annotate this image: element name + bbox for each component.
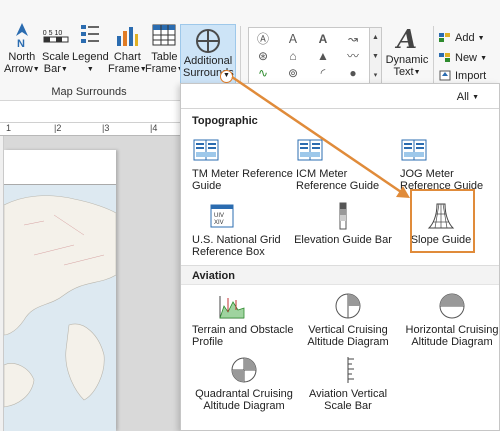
item-label: ICM Meter Reference Guide [296, 168, 380, 192]
import-icon [438, 69, 452, 81]
svg-text:XIV: XIV [214, 220, 224, 226]
picture-icon[interactable]: ▲ [315, 48, 331, 64]
chart-frame-label-1: Chart [113, 51, 141, 63]
ruler-number: 1 [6, 123, 12, 133]
text-gallery[interactable]: Ⓐ Ａ A ↝ ⊛ ⌂ ▲ 〰 ∿ ⊚ ◜ ● [248, 27, 370, 85]
dynamic-text-label-1: Dynamic [385, 54, 429, 66]
jog-meter-reference-guide-item[interactable]: JOG Meter Reference Guide [400, 136, 500, 192]
elevation-guide-bar-item[interactable]: Elevation Guide Bar [291, 202, 395, 246]
gallery-filter-dropdown[interactable]: All ▼ [457, 91, 479, 103]
additional-surrounds-gallery: All ▼ Topographic TM Meter Reference Gui… [180, 83, 500, 431]
circle-text-icon[interactable]: ⊛ [255, 48, 271, 64]
dynamic-text-icon: A [396, 25, 418, 55]
line-icon[interactable]: ∿ [255, 65, 271, 81]
table-frame-label-1: Table [151, 51, 178, 63]
north-arrow-label-1: North [8, 51, 36, 63]
aviation-heading: Aviation [192, 270, 235, 282]
slope-guide-highlight [410, 189, 475, 253]
text-box-icon[interactable]: Ⓐ [255, 31, 271, 47]
gallery-divider [181, 108, 499, 109]
chart-frame-icon [114, 22, 140, 48]
map-frame[interactable] [4, 184, 116, 431]
text-icon[interactable]: A [315, 31, 331, 47]
ruler-number: |4 [150, 123, 158, 133]
item-label: Vertical Cruising Altitude Diagram [307, 324, 389, 348]
text-frame-icon[interactable]: Ａ [285, 31, 301, 47]
world-map-image [4, 195, 116, 408]
scale-bar-icon: 0 5 10 [43, 22, 69, 48]
legend-label: Legend [72, 51, 109, 63]
item-label: Terrain and Obstacle Profile [192, 324, 294, 348]
scale-bar-label-1: Scale [42, 51, 70, 63]
table-frame-label-2: Frame [145, 63, 177, 75]
horizontal-ruler: 1 |2 |3 |4 [0, 122, 180, 136]
ruler-number: |3 [102, 123, 110, 133]
chart-frame-label-2: Frame [108, 63, 140, 75]
reference-guide-icon [192, 136, 220, 164]
add-label: Add [455, 32, 475, 44]
legend-icon [77, 22, 103, 48]
new-label: New [455, 52, 478, 64]
elevation-bar-icon [329, 202, 357, 230]
add-icon [438, 31, 452, 43]
altitude-diagram-icon [230, 356, 258, 384]
import-label: Import [455, 70, 487, 82]
usng-reference-box-item[interactable]: UIV XIV U.S. National Grid Reference Box [192, 202, 296, 258]
additional-surrounds-button[interactable]: Additional Surrounds ▼ [180, 24, 236, 86]
new-icon [438, 51, 452, 63]
altitude-diagram-icon [438, 292, 466, 320]
ellipse-text-icon[interactable]: ⊚ [285, 65, 301, 81]
dynamic-text-label-2: Text [393, 66, 414, 78]
curve-icon[interactable]: ◜ [315, 65, 331, 81]
quadrantal-cruising-altitude-item[interactable]: Quadrantal Cruising Altitude Diagram [192, 356, 296, 412]
table-frame-button[interactable]: Table Frame▼ [145, 22, 184, 76]
import-button[interactable]: Import [438, 69, 486, 82]
svg-text:UIV: UIV [214, 213, 224, 219]
scale-bar-button[interactable]: 0 5 10 Scale Bar▼ [42, 22, 70, 76]
usng-box-icon: UIV XIV [208, 202, 236, 230]
terrain-profile-icon [218, 292, 246, 320]
item-label: Horizontal Cruising Altitude Diagram [405, 324, 499, 348]
add-button[interactable]: Add ▼ [438, 31, 485, 44]
svg-text:N: N [17, 38, 25, 48]
layout-page[interactable] [4, 150, 116, 431]
terrain-obstacle-profile-item[interactable]: Terrain and Obstacle Profile [192, 292, 296, 348]
item-label: Quadrantal Cruising Altitude Diagram [195, 388, 293, 412]
freehand-icon[interactable]: 〰 [345, 48, 361, 64]
item-label: TM Meter Reference Guide [192, 168, 293, 192]
additional-surrounds-icon [196, 29, 220, 53]
vertical-cruising-altitude-item[interactable]: Vertical Cruising Altitude Diagram [296, 292, 400, 348]
gallery-scroll[interactable]: ▲ ▼ ▾ [370, 27, 382, 85]
north-arrow-icon: N [9, 22, 35, 50]
dynamic-text-button[interactable]: A Dynamic Text▼ [384, 26, 430, 79]
horizontal-cruising-altitude-item[interactable]: Horizontal Cruising Altitude Diagram [400, 292, 500, 348]
aviation-vertical-scale-bar-item[interactable]: Aviation Vertical Scale Bar [296, 356, 400, 412]
item-label: U.S. National Grid Reference Box [192, 234, 281, 258]
curved-text-icon[interactable]: ↝ [345, 31, 361, 47]
item-label: Elevation Guide Bar [294, 234, 392, 246]
reference-guide-icon [400, 136, 428, 164]
chart-frame-button[interactable]: Chart Frame▼ [108, 22, 147, 76]
icm-meter-reference-guide-item[interactable]: ICM Meter Reference Guide [296, 136, 400, 192]
scale-bar-label-2: Bar [43, 63, 61, 75]
reference-guide-icon [296, 136, 324, 164]
circle-icon[interactable]: ● [345, 65, 361, 81]
vertical-scale-bar-icon [334, 356, 362, 384]
north-arrow-label-2: Arrow [4, 63, 33, 75]
item-label: Aviation Vertical Scale Bar [308, 388, 388, 412]
tm-meter-reference-guide-item[interactable]: TM Meter Reference Guide [192, 136, 296, 192]
gallery-filter-label: All [456, 91, 469, 103]
additional-surrounds-dropdown-icon[interactable]: ▼ [220, 70, 233, 83]
scale-bar-digits: 0 5 10 [42, 30, 63, 37]
table-frame-icon [151, 22, 177, 48]
north-arrow-button[interactable]: N North Arrow▼ [4, 22, 40, 76]
polygon-text-icon[interactable]: ⌂ [285, 48, 301, 64]
altitude-diagram-icon [334, 292, 362, 320]
map-surrounds-group-label: Map Surrounds [51, 86, 127, 98]
new-button[interactable]: New ▼ [438, 51, 487, 64]
legend-button[interactable]: Legend ▼ [72, 22, 109, 76]
additional-surrounds-label-1: Additional [183, 55, 233, 67]
topographic-heading: Topographic [192, 115, 258, 127]
ruler-number: |2 [54, 123, 62, 133]
